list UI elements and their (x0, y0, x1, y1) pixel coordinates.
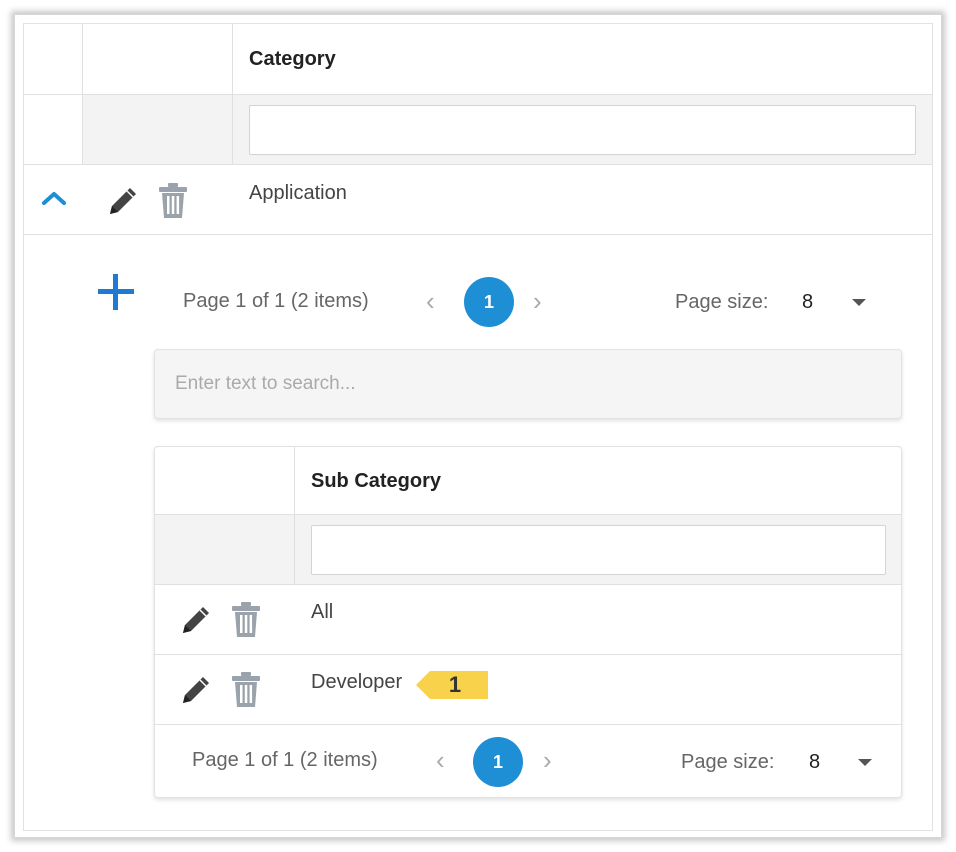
sub-category-cell: Developer (311, 671, 403, 693)
category-filter-input[interactable] (249, 105, 916, 155)
category-cell: Application (249, 182, 347, 204)
pager-summary: Page 1 of 1 (2 items) (183, 290, 369, 312)
edit-pencil-icon[interactable] (106, 184, 140, 218)
pager-page-button[interactable]: 1 (473, 737, 523, 787)
pager-page-button[interactable]: 1 (464, 277, 514, 327)
screenshot-frame: Category Application Page 1 of 1 (2 item… (14, 14, 942, 838)
page-size-dropdown-icon[interactable] (858, 759, 872, 766)
filter-cell-command (155, 515, 294, 584)
step-callout-badge: 1 (416, 671, 488, 699)
sub-category-grid: Sub Category All Developer Page 1 of 1 (… (154, 446, 902, 798)
pager-next-icon[interactable]: › (533, 288, 542, 314)
row-divider (24, 234, 932, 235)
pager-summary: Page 1 of 1 (2 items) (192, 749, 378, 771)
filter-divider (24, 164, 932, 165)
row-divider (155, 654, 901, 655)
pager-next-icon[interactable]: › (543, 747, 552, 773)
pager-prev-icon[interactable]: ‹ (426, 288, 435, 314)
pager-prev-icon[interactable]: ‹ (436, 747, 445, 773)
sub-category-cell: All (311, 601, 334, 623)
collapse-chevron-up-icon[interactable] (41, 190, 67, 206)
delete-trash-icon[interactable] (157, 182, 189, 220)
page-size-dropdown-icon[interactable] (852, 299, 866, 306)
page-size-value[interactable]: 8 (809, 751, 820, 774)
page-size-value[interactable]: 8 (802, 291, 813, 314)
filter-cell-command (83, 95, 232, 164)
column-header-category[interactable]: Category (249, 48, 336, 71)
add-plus-icon[interactable] (96, 272, 136, 312)
column-header-sub-category[interactable]: Sub Category (311, 470, 441, 493)
delete-trash-icon[interactable] (230, 601, 262, 639)
category-grid: Category Application Page 1 of 1 (2 item… (23, 23, 933, 831)
page-size-label: Page size: (675, 291, 769, 313)
search-input[interactable] (154, 349, 902, 419)
edit-pencil-icon[interactable] (179, 603, 213, 637)
sub-category-filter-input[interactable] (311, 525, 886, 575)
delete-trash-icon[interactable] (230, 671, 262, 709)
row-divider (155, 724, 901, 725)
page-size-label: Page size: (681, 751, 775, 773)
edit-pencil-icon[interactable] (179, 673, 213, 707)
filter-divider (155, 584, 901, 585)
